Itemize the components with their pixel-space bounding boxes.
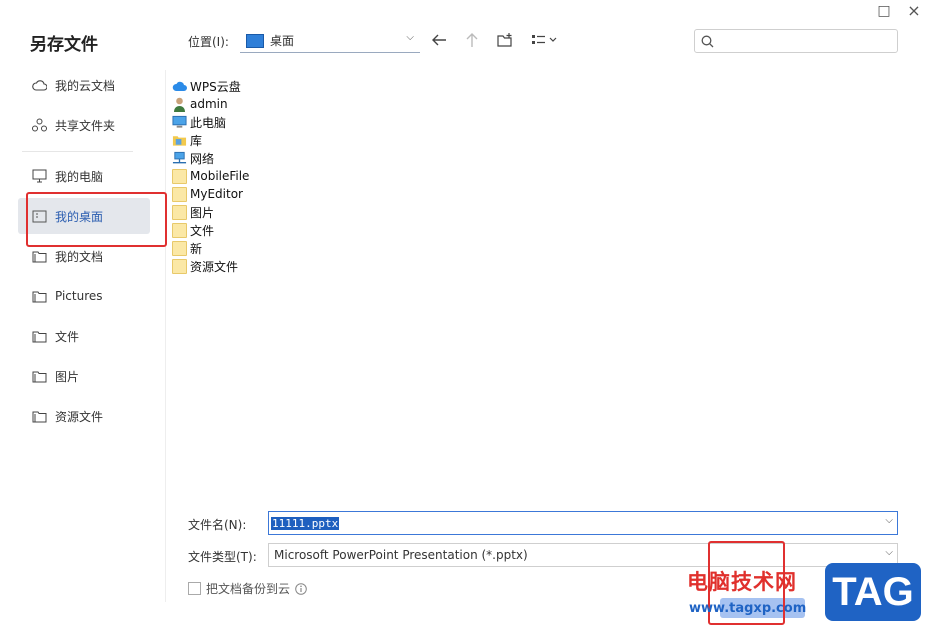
filetype-label: 文件类型(T):: [188, 550, 257, 564]
folder-icon: [172, 204, 187, 220]
close-button[interactable]: ×: [905, 2, 923, 20]
file-name: 资源文件: [190, 259, 239, 274]
search-input[interactable]: [718, 33, 892, 49]
folder-icon: [31, 248, 47, 264]
watermark-logo: TAG: [825, 563, 921, 621]
watermark-url: www.tagxp.com: [689, 601, 807, 616]
file-name: WPS云盘: [190, 79, 241, 94]
sidebar-item-label: 文件: [55, 329, 80, 344]
folder-icon: [31, 408, 47, 424]
file-name: 库: [190, 133, 203, 148]
sidebar-item-label: 我的电脑: [55, 169, 104, 184]
sidebar-item-label: 共享文件夹: [55, 118, 116, 133]
folder-icon: [31, 328, 47, 344]
view-mode-icon[interactable]: [530, 31, 560, 49]
filetype-dropdown[interactable]: Microsoft PowerPoint Presentation (*.ppt…: [268, 543, 898, 567]
sidebar-item[interactable]: 我的云文档: [18, 67, 150, 103]
sidebar-item[interactable]: 文件: [18, 318, 150, 354]
computer-icon: [172, 115, 187, 130]
folder-icon: [31, 368, 47, 384]
sidebar-item[interactable]: 图片: [18, 358, 150, 394]
file-list-item[interactable]: 库: [172, 131, 202, 149]
filename-value: 11111.pptx: [271, 516, 340, 530]
file-name: 图片: [190, 205, 215, 220]
chevron-down-icon[interactable]: ⌵: [885, 515, 893, 526]
folder-icon: [172, 240, 187, 256]
file-list-item[interactable]: 文件: [172, 221, 214, 239]
file-list-item[interactable]: admin: [172, 95, 228, 113]
filename-label: 文件名(N):: [188, 518, 247, 532]
sidebar-item[interactable]: 我的电脑: [18, 158, 150, 194]
file-name: 新: [190, 241, 203, 256]
cloud-icon: [31, 77, 47, 93]
backup-option[interactable]: 把文档备份到云: [188, 580, 307, 597]
highlight-desktop-annotation: [26, 192, 167, 247]
sidebar-item-label: Pictures: [55, 289, 103, 303]
sidebar-item[interactable]: 共享文件夹: [18, 107, 150, 143]
search-icon: [701, 35, 714, 48]
file-list-item[interactable]: 新: [172, 239, 202, 257]
backup-label: 把文档备份到云: [206, 582, 291, 596]
info-icon[interactable]: [295, 582, 307, 595]
folder-icon: [172, 168, 187, 184]
sidebar-divider: [22, 151, 133, 152]
file-name: MyEditor: [190, 187, 243, 201]
pane-divider: [165, 70, 166, 602]
file-list-item[interactable]: WPS云盘: [172, 77, 241, 95]
file-name: MobileFile: [190, 169, 250, 183]
file-list-item[interactable]: MyEditor: [172, 185, 243, 203]
desktop-icon: [246, 33, 264, 48]
location-value: 桌面: [270, 34, 295, 48]
file-name: 文件: [190, 223, 215, 238]
folder-icon: [31, 288, 47, 304]
file-name: 网络: [190, 151, 215, 166]
file-list-item[interactable]: MobileFile: [172, 167, 249, 185]
sidebar-item-label: 我的文档: [55, 249, 104, 264]
monitor-icon: [31, 168, 47, 184]
chevron-down-icon: ⌵: [406, 32, 414, 43]
up-arrow-icon[interactable]: [463, 31, 481, 49]
maximize-button[interactable]: □: [875, 2, 893, 20]
share-icon: [31, 117, 47, 133]
sidebar-item[interactable]: Pictures: [18, 278, 150, 314]
network-icon: [172, 151, 187, 166]
file-list-item[interactable]: 资源文件: [172, 257, 238, 275]
watermark-text: 电脑技术网: [687, 570, 797, 594]
wps-cloud-icon: [172, 79, 187, 94]
location-dropdown[interactable]: 桌面 ⌵: [240, 29, 420, 53]
folder-icon: [172, 258, 187, 274]
file-name: admin: [190, 97, 228, 111]
backup-checkbox[interactable]: [188, 582, 201, 595]
file-list-item[interactable]: 此电脑: [172, 113, 226, 131]
sidebar-item-label: 资源文件: [55, 409, 104, 424]
back-arrow-icon[interactable]: [430, 31, 448, 49]
sidebar-item-label: 我的云文档: [55, 78, 116, 93]
library-icon: [172, 133, 187, 148]
file-list-item[interactable]: 网络: [172, 149, 214, 167]
new-folder-icon[interactable]: [496, 31, 514, 49]
chevron-down-icon: ⌵: [885, 547, 893, 558]
user-icon: [172, 97, 187, 112]
location-label: 位置(I):: [188, 35, 229, 49]
dialog-title: 另存文件: [30, 35, 98, 55]
filetype-value: Microsoft PowerPoint Presentation (*.ppt…: [274, 548, 528, 562]
sidebar-item[interactable]: 资源文件: [18, 398, 150, 434]
folder-icon: [172, 222, 187, 238]
sidebar-item-label: 图片: [55, 369, 80, 384]
folder-icon: [172, 186, 187, 202]
search-field[interactable]: [694, 29, 898, 53]
file-list-item[interactable]: 图片: [172, 203, 214, 221]
file-name: 此电脑: [190, 115, 227, 130]
filename-input[interactable]: 11111.pptx ⌵: [268, 511, 898, 535]
